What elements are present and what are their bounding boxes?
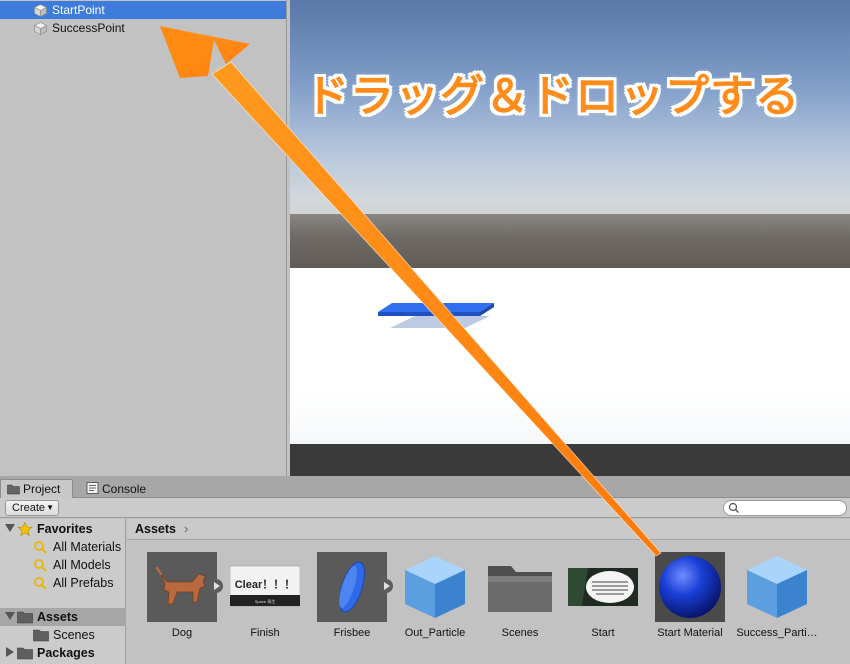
asset-label: Success_Parti…	[736, 627, 818, 639]
folder-icon	[33, 629, 49, 642]
cube-icon	[34, 22, 47, 35]
clear-image-icon: Clear！！！ Space 再生	[230, 565, 300, 607]
chevron-down-icon: ▼	[46, 503, 54, 512]
asset-label: Start Material	[657, 627, 723, 639]
project-panel: Project Console Create ▼ Favorites All M…	[0, 476, 850, 664]
chevron-down-icon[interactable]	[5, 612, 15, 620]
star-icon	[17, 522, 33, 536]
asset-item-success-particle[interactable]: Success_Parti…	[736, 552, 818, 642]
project-folder-tree: Favorites All Materials All Models All P…	[0, 519, 126, 664]
folder-icon	[488, 566, 552, 612]
search-favorite-icon	[34, 577, 47, 590]
hierarchy-panel: StartPoint SuccessPoint	[0, 0, 287, 476]
tree-item-label: Favorites	[37, 522, 93, 536]
asset-label: Start	[591, 627, 615, 639]
tree-item-all-models[interactable]: All Models	[0, 556, 126, 574]
console-icon	[86, 482, 99, 494]
start-point-platform[interactable]	[370, 290, 500, 340]
ground-shadow-band	[290, 444, 850, 476]
folder-icon	[17, 611, 33, 624]
drag-and-drop-instruction: ドラッグ＆ドロップする	[305, 71, 800, 122]
thumb-subtext: Space 再生	[255, 598, 275, 604]
tree-item-packages[interactable]: Packages	[0, 644, 126, 662]
tree-item-label: Scenes	[53, 628, 95, 642]
tab-project[interactable]: Project	[0, 479, 73, 498]
chevron-right-icon[interactable]	[6, 647, 14, 657]
prefab-cube-icon	[747, 556, 807, 618]
thumb-text: Clear！！！	[235, 578, 296, 591]
search-favorite-icon	[34, 559, 47, 572]
create-button-label: Create	[12, 502, 46, 514]
unity-editor-window: StartPoint SuccessPoint ドラッグ＆ドロップする Proj…	[0, 0, 850, 664]
cube-icon	[34, 4, 47, 17]
breadcrumb: Assets ›	[127, 519, 850, 540]
asset-item-scenes[interactable]: Scenes	[482, 552, 558, 642]
expand-arrow-icon[interactable]	[209, 579, 223, 593]
tree-item-label: All Materials	[53, 540, 122, 554]
dog-model-icon	[147, 552, 217, 622]
asset-label: Dog	[171, 627, 193, 639]
project-toolbar: Create ▼	[0, 498, 850, 518]
asset-item-out-particle[interactable]: Out_Particle	[397, 552, 473, 642]
panel-tab-bar: Project Console	[0, 476, 850, 498]
asset-item-finish[interactable]: Clear！！！ Space 再生 Finish	[227, 552, 303, 642]
asset-item-start[interactable]: Start	[565, 552, 641, 642]
folder-icon	[17, 647, 33, 660]
chevron-down-icon[interactable]	[5, 524, 15, 532]
prefab-cube-icon	[405, 556, 465, 618]
tree-item-all-materials[interactable]: All Materials	[0, 538, 126, 556]
expand-arrow-icon[interactable]	[379, 579, 393, 593]
asset-item-frisbee[interactable]: Frisbee	[314, 552, 390, 642]
tab-label: Project	[23, 482, 61, 496]
search-icon	[728, 502, 739, 513]
horizon-ground	[290, 214, 850, 274]
tree-item-label: Assets	[37, 610, 78, 624]
hierarchy-item-startpoint[interactable]: StartPoint	[0, 1, 286, 19]
tab-console[interactable]: Console	[80, 479, 160, 498]
breadcrumb-item-assets[interactable]: Assets	[135, 522, 176, 536]
tree-item-label: All Prefabs	[53, 576, 114, 590]
search-input[interactable]	[723, 500, 847, 516]
asset-label: Frisbee	[333, 627, 371, 639]
tree-item-scenes[interactable]: Scenes	[0, 626, 126, 644]
asset-label: Scenes	[501, 627, 539, 639]
tree-item-label: Packages	[37, 646, 95, 660]
hierarchy-item-label: SuccessPoint	[52, 21, 125, 35]
tree-item-label: All Models	[53, 558, 111, 572]
tree-item-assets[interactable]: Assets	[0, 608, 126, 626]
tree-item-all-prefabs[interactable]: All Prefabs	[0, 574, 126, 592]
create-button[interactable]: Create ▼	[5, 500, 59, 516]
frisbee-model-icon	[317, 552, 387, 622]
start-image-icon	[568, 568, 638, 606]
hierarchy-item-successpoint[interactable]: SuccessPoint	[0, 19, 286, 37]
asset-grid: Assets › Dog Clear！！！ Space 再生 Finish Fr…	[127, 519, 850, 664]
tree-item-favorites[interactable]: Favorites	[0, 520, 126, 538]
tab-label: Console	[102, 481, 147, 496]
asset-item-dog[interactable]: Dog	[144, 552, 220, 642]
asset-label: Finish	[250, 627, 280, 639]
chevron-right-icon: ›	[184, 521, 189, 536]
asset-label: Out_Particle	[404, 627, 466, 639]
folder-icon	[7, 484, 20, 495]
material-sphere-icon	[655, 552, 725, 622]
search-favorite-icon	[34, 541, 47, 554]
asset-item-start-material[interactable]: Start Material	[652, 552, 728, 642]
hierarchy-item-label: StartPoint	[52, 3, 105, 17]
